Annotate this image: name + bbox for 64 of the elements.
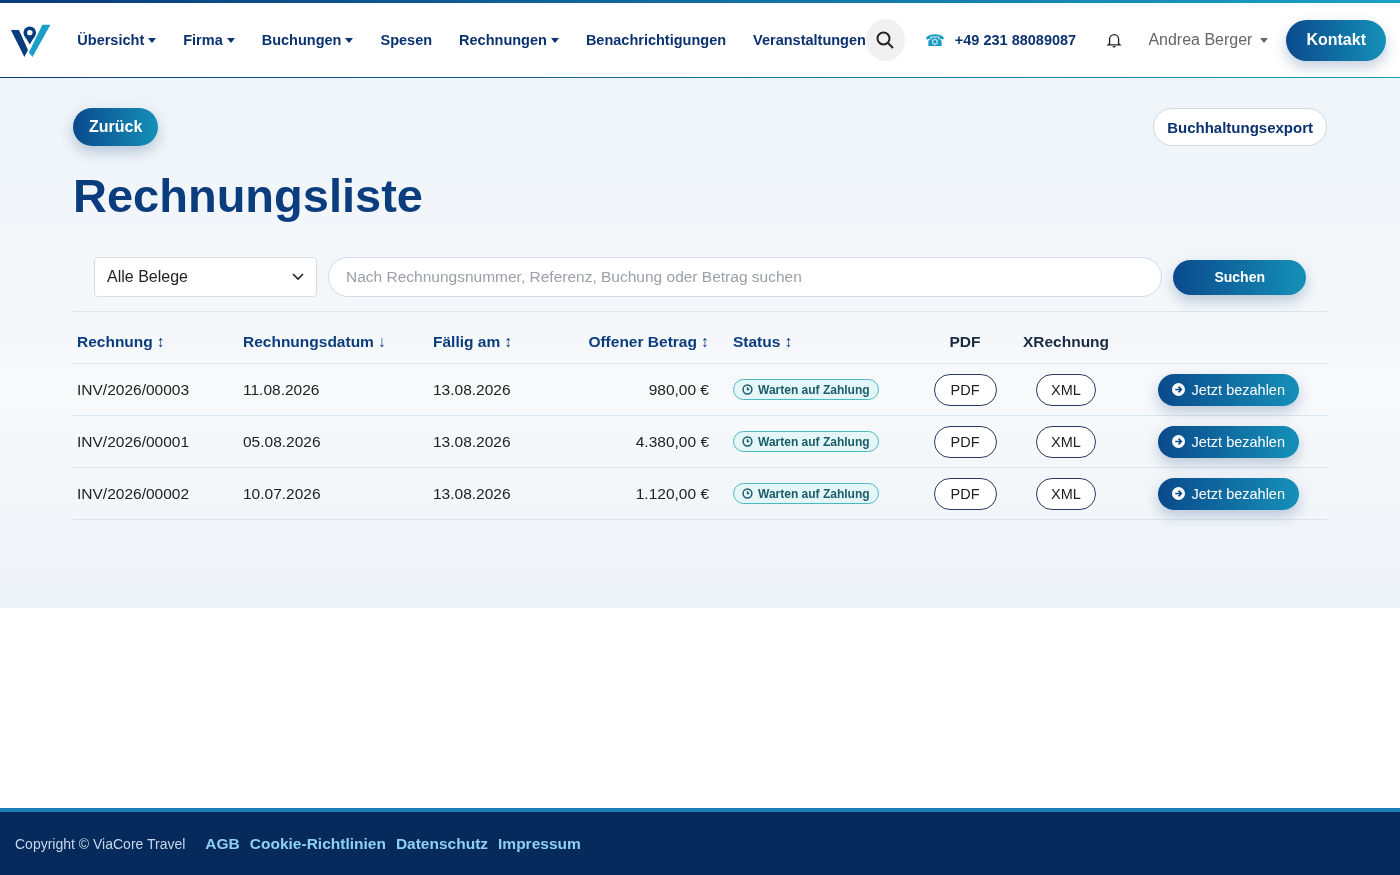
phone-number[interactable]: +49 231 88089087 (954, 32, 1077, 48)
pay-button[interactable]: Jetzt bezahlen (1158, 477, 1299, 510)
user-menu[interactable]: Andrea Berger (1148, 31, 1269, 49)
column-header: XRechnung (1022, 332, 1110, 351)
pay-button[interactable]: Jetzt bezahlen (1158, 425, 1299, 458)
table-cell: INV/2026/00003 (77, 380, 190, 399)
table-cell: 13.08.2026 (433, 484, 511, 503)
xml-button[interactable]: XML (1036, 373, 1096, 406)
nav-link[interactable]: Veranstaltungen (753, 32, 866, 48)
pdf-button[interactable]: PDF (933, 477, 997, 510)
back-button[interactable]: Zurück (73, 108, 159, 146)
table-cell-text: 4.380,00 € (635, 432, 710, 451)
column-header[interactable]: Status ↕ (733, 332, 793, 351)
column-header[interactable]: Offener Betrag ↕ (588, 332, 733, 351)
arrow-circle-icon (1172, 487, 1186, 500)
clock-icon (742, 384, 753, 395)
nav-link[interactable]: Benachrichtigungen (585, 32, 727, 48)
arrow-circle-icon (1172, 435, 1186, 448)
xml-button[interactable]: XML (1036, 477, 1096, 510)
chevron-icon (292, 273, 304, 281)
phone-icon: ☎ (924, 30, 945, 50)
xml-button[interactable]: XML (1036, 425, 1096, 458)
column-header: PDF (949, 332, 981, 351)
arrow-circle-icon (1172, 383, 1186, 396)
search-button[interactable]: Suchen (1173, 259, 1306, 295)
table-cell: INV/2026/00002 (77, 484, 190, 503)
nav-link[interactable]: Firma (183, 32, 235, 48)
table-cell: 05.08.2026 (243, 432, 321, 451)
page-title: Rechnungsliste (73, 168, 424, 223)
copyright-text: Copyright © ViaCore Travel (15, 835, 186, 852)
search-icon (876, 31, 895, 49)
table-cell: 13.08.2026 (433, 380, 511, 399)
nav-link[interactable]: Spesen (380, 32, 433, 48)
search-field[interactable]: Nach Rechnungsnummer, Referenz, Buchung oder Betrag suchen (328, 257, 1163, 297)
footer-link[interactable]: Impressum (498, 834, 581, 853)
column-header[interactable]: Fällig am ↕ (433, 332, 513, 351)
nav-link[interactable]: Rechnungen (459, 32, 559, 48)
table-cell: 10.07.2026 (243, 484, 321, 503)
footer-link[interactable]: AGB (205, 834, 240, 853)
pdf-button[interactable]: PDF (933, 373, 997, 406)
contact-button[interactable]: Kontakt (1286, 19, 1386, 61)
column-header[interactable]: Rechnungsdatum ↓ (243, 332, 386, 351)
table-cell: 13.08.2026 (433, 432, 511, 451)
caret-icon (1260, 37, 1269, 43)
filter-select[interactable]: Alle Belege (94, 257, 317, 297)
nav-link[interactable]: Übersicht (77, 32, 157, 48)
clock-icon (742, 488, 753, 499)
footer-link[interactable]: Datenschutz (395, 834, 489, 853)
search-button[interactable] (865, 19, 905, 61)
bell-icon[interactable] (1106, 31, 1123, 49)
status-badge: Warten auf Zahlung (733, 483, 879, 504)
table-cell: 11.08.2026 (243, 380, 320, 399)
table-cell: INV/2026/00001 (77, 432, 190, 451)
column-header[interactable]: Rechnung ↕ (77, 332, 165, 351)
export-button[interactable]: Buchhaltungsexport (1153, 108, 1327, 146)
pdf-button[interactable]: PDF (933, 425, 997, 458)
table-cell-text: 980,00 € (648, 380, 710, 399)
status-badge: Warten auf Zahlung (733, 431, 879, 452)
footer-link[interactable]: Cookie-Richtlinien (249, 834, 386, 853)
table-cell-text: 1.120,00 € (635, 484, 710, 503)
pay-button[interactable]: Jetzt bezahlen (1158, 373, 1299, 406)
clock-icon (742, 436, 753, 447)
nav-link[interactable]: Buchungen (261, 32, 354, 48)
status-badge: Warten auf Zahlung (733, 379, 879, 400)
